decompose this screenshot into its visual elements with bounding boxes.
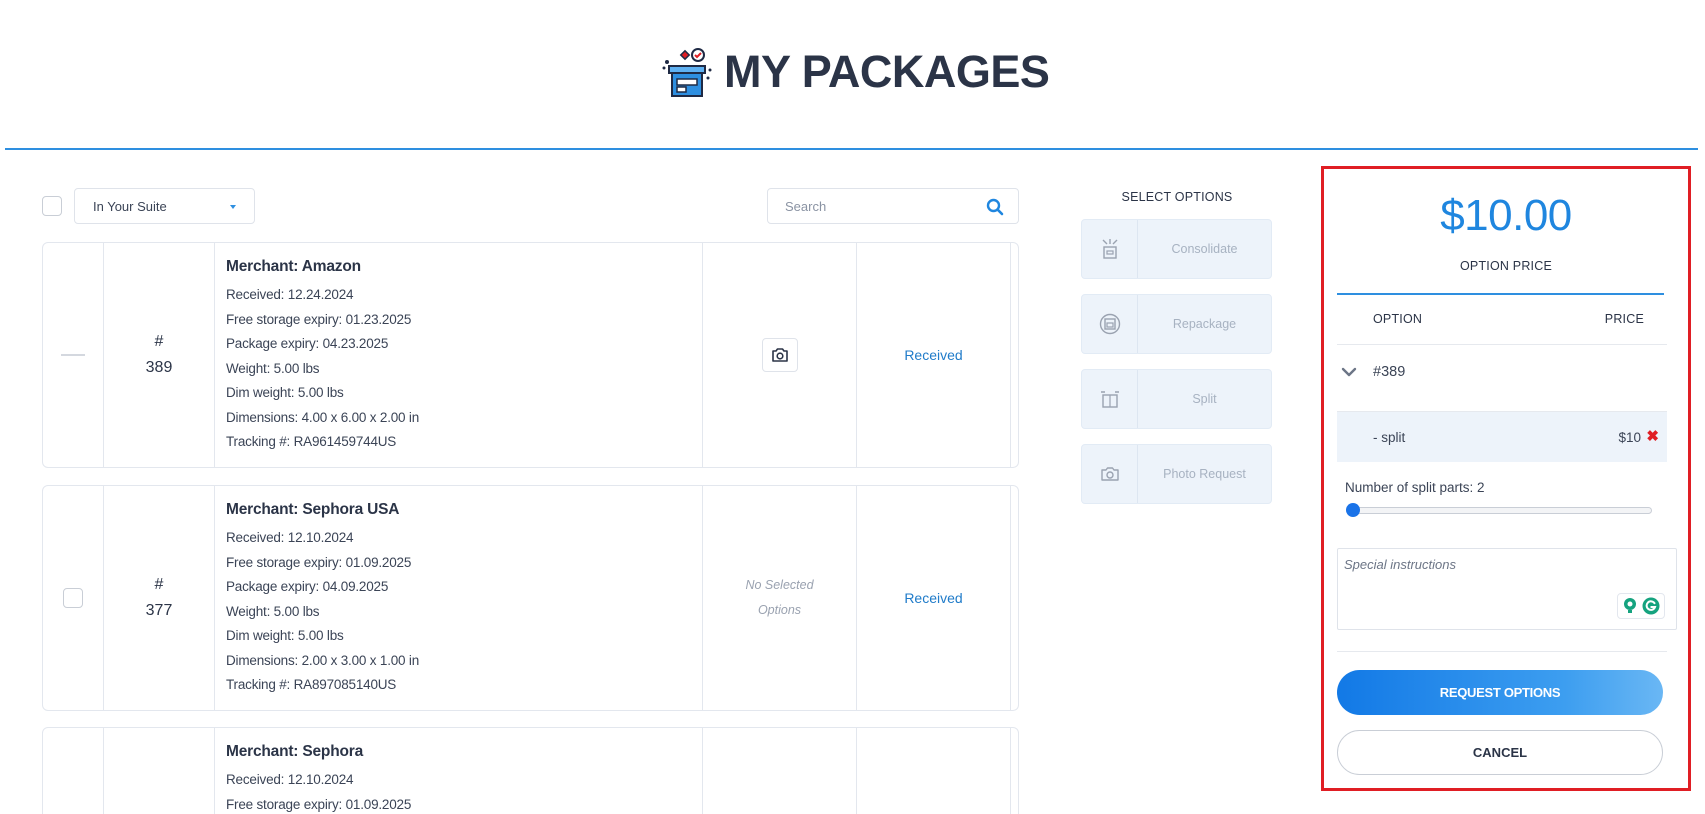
merchant-name: Merchant: Amazon [226, 258, 361, 275]
grammar-assistant-widget[interactable] [1617, 593, 1665, 619]
option-price-label: OPTION PRICE [1460, 259, 1552, 273]
row-selected-indicator[interactable] [61, 354, 85, 356]
slider-handle[interactable] [1346, 503, 1360, 517]
selected-option-price: $10 [1618, 430, 1641, 445]
summary-package-number[interactable]: #389 [1373, 364, 1405, 380]
package-status: Received [904, 590, 963, 606]
search-icon[interactable] [986, 198, 1004, 216]
package-details: Merchant: Sephora USA Received: 12.10.20… [226, 486, 696, 710]
dim-weight: Dim weight: 5.00 lbs [226, 628, 344, 643]
package-options-cell [703, 243, 856, 467]
tracking-number: Tracking #: RA897085140US [226, 677, 397, 692]
split-option-button[interactable]: Split [1081, 369, 1272, 429]
weight: Weight: 5.00 lbs [226, 360, 320, 376]
no-selected-options-line1: No Selected [745, 578, 814, 592]
package-status: Received [904, 347, 963, 363]
photo-request-option-button[interactable]: Photo Request [1081, 444, 1272, 504]
expand-row-button[interactable] [1011, 486, 1018, 710]
status-filter-dropdown[interactable]: In Your Suite [74, 188, 255, 224]
package-number-cell: # 377 [104, 486, 214, 710]
package-number: 377 [145, 602, 173, 619]
select-options-title: SELECT OPTIONS [1121, 190, 1233, 204]
request-options-button[interactable]: REQUEST OPTIONS [1337, 670, 1663, 715]
remove-option-icon[interactable]: ✖ [1646, 429, 1659, 444]
received-date: Received: 12.10.2024 [226, 530, 354, 545]
special-instructions-box [1337, 548, 1677, 630]
split-parts-slider[interactable] [1350, 507, 1652, 514]
consolidate-option-label: Consolidate [1171, 242, 1238, 256]
package-number: 389 [145, 359, 173, 376]
search-input[interactable] [768, 189, 978, 223]
dimensions: Dimensions: 2.00 x 3.00 x 1.00 in [226, 652, 420, 668]
page-header: MY PACKAGES [0, 0, 1705, 150]
photo-request-option-label: Photo Request [1163, 467, 1246, 481]
header-divider [5, 148, 1698, 150]
free-storage-expiry: Free storage expiry: 01.09.2025 [226, 554, 412, 570]
weight: Weight: 5.00 lbs [226, 603, 320, 619]
camera-icon [1082, 445, 1138, 503]
price-divider [1337, 293, 1664, 295]
expand-row-button[interactable] [1011, 243, 1018, 467]
package-options-cell: No Selected Options [703, 486, 856, 710]
row-checkbox[interactable] [63, 588, 83, 608]
package-number-prefix: # [154, 333, 164, 350]
selected-option-row: - split $10 ✖ [1337, 412, 1667, 462]
dimensions: Dimensions: 4.00 x 6.00 x 2.00 in [226, 409, 420, 425]
repackage-option-label: Repackage [1172, 317, 1237, 331]
price-column-header: PRICE [1604, 312, 1644, 326]
option-summary-panel: $10.00 OPTION PRICE OPTION PRICE #389 - … [1321, 166, 1691, 791]
dim-weight: Dim weight: 5.00 lbs [226, 385, 344, 400]
option-column-header: OPTION [1373, 312, 1423, 326]
package-number-prefix: # [154, 576, 164, 593]
package-card: # 389 Merchant: Amazon Received: 12.24.2… [42, 242, 1019, 468]
photo-button[interactable] [761, 338, 798, 372]
split-option-label: Split [1192, 392, 1217, 406]
free-storage-expiry: Free storage expiry: 01.09.2025 [226, 796, 412, 812]
consolidate-option-button[interactable]: Consolidate [1081, 219, 1272, 279]
package-card: Merchant: Sephora Received: 12.10.2024 F… [42, 727, 1019, 814]
camera-icon [771, 348, 788, 362]
merchant-name: Merchant: Sephora [226, 743, 363, 760]
tracking-number: Tracking #: RA961459744US [226, 434, 397, 449]
status-filter-value: In Your Suite [93, 198, 167, 214]
grammar-g-icon [1642, 597, 1660, 615]
caret-down-icon [230, 205, 236, 209]
no-selected-options-line2: Options [757, 603, 802, 617]
row-select-cell [43, 486, 103, 710]
package-expiry: Package expiry: 04.09.2025 [226, 579, 389, 594]
row-select-cell [43, 243, 103, 467]
merchant-name: Merchant: Sephora USA [226, 501, 400, 518]
page-title: MY PACKAGES [724, 46, 1050, 97]
free-storage-expiry: Free storage expiry: 01.23.2025 [226, 311, 412, 327]
title-wrap: MY PACKAGES [660, 42, 1050, 102]
split-parts-label: Number of split parts: 2 [1345, 480, 1485, 495]
selected-option-name: - split [1373, 430, 1406, 445]
select-all-checkbox[interactable] [42, 196, 62, 216]
package-details: Merchant: Amazon Received: 12.24.2024 Fr… [226, 243, 696, 467]
repackage-icon [1082, 295, 1138, 353]
received-date: Received: 12.10.2024 [226, 772, 354, 787]
chevron-down-icon[interactable] [1341, 367, 1357, 377]
package-details: Merchant: Sephora Received: 12.10.2024 F… [226, 728, 696, 814]
cancel-button[interactable]: CANCEL [1337, 730, 1663, 775]
search-box [767, 188, 1019, 224]
divider [1337, 651, 1667, 652]
received-date: Received: 12.24.2024 [226, 287, 354, 302]
package-card: # 377 Merchant: Sephora USA Received: 12… [42, 485, 1019, 711]
lightbulb-icon [1624, 598, 1636, 613]
consolidate-icon [1082, 220, 1138, 278]
package-number-cell: # 389 [104, 243, 214, 467]
split-icon [1082, 370, 1138, 428]
option-price-value: $10.00 [1440, 191, 1572, 240]
divider [1337, 344, 1667, 345]
package-checklist-icon [662, 48, 712, 97]
no-selected-options: No Selected Options [745, 573, 813, 623]
repackage-option-button[interactable]: Repackage [1081, 294, 1272, 354]
package-expiry: Package expiry: 04.23.2025 [226, 336, 389, 351]
